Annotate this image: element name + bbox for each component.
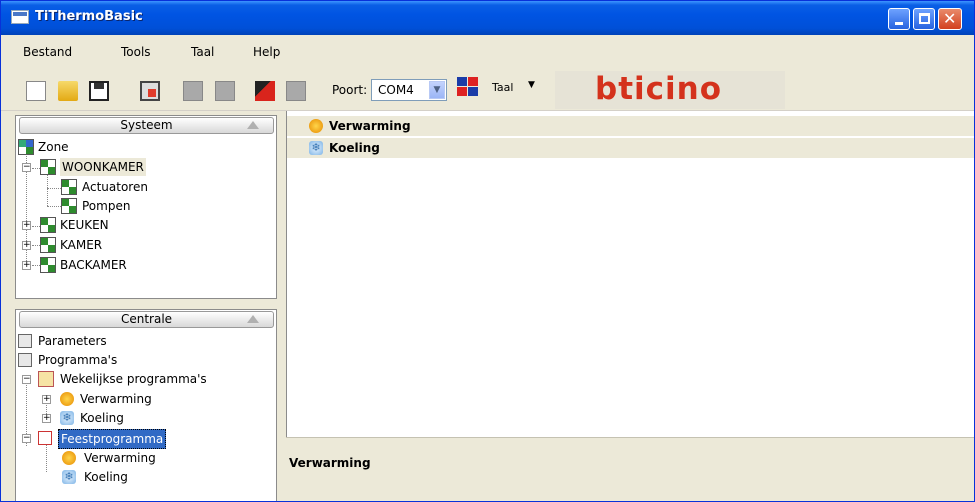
tree-label: Koeling (84, 470, 128, 484)
zone-icon (40, 159, 56, 175)
write-icon[interactable] (215, 81, 235, 101)
menu-help[interactable]: Help (253, 45, 280, 59)
maximize-button[interactable] (913, 8, 935, 30)
zone-root-icon (18, 139, 34, 155)
expand-icon[interactable]: + (42, 414, 51, 423)
expand-icon[interactable]: + (22, 261, 31, 270)
list-item-heating[interactable]: Verwarming (287, 116, 974, 136)
collapse-arrow-icon[interactable] (247, 121, 259, 129)
delete-icon[interactable] (140, 81, 160, 101)
menu-tools[interactable]: Tools (121, 45, 151, 59)
open-folder-icon[interactable] (58, 81, 78, 101)
zone-icon (40, 237, 56, 253)
logo-text: bticino (595, 71, 723, 107)
language-flag-icon[interactable] (457, 77, 479, 97)
heating-icon (60, 392, 74, 406)
close-button[interactable]: ✕ (938, 8, 962, 30)
program-icon (18, 353, 32, 367)
brand-logo: bticino (555, 71, 785, 109)
save-icon[interactable] (89, 81, 109, 101)
read-icon[interactable] (183, 81, 203, 101)
tree-label: KAMER (60, 238, 103, 252)
detail-area: Verwarming (286, 437, 974, 501)
language-dropdown-icon[interactable]: ▼ (528, 80, 535, 90)
menu-bar: Bestand Tools Taal Help (1, 35, 974, 67)
list-item-label: Koeling (329, 141, 380, 155)
expand-icon[interactable]: + (22, 241, 31, 250)
tree-label: Verwarming (80, 392, 152, 406)
title-bar[interactable]: TiThermoBasic ✕ (1, 1, 974, 35)
app-icon[interactable] (11, 10, 29, 24)
list-item-cooling[interactable]: ❄ Koeling (287, 138, 974, 158)
centrale-panel: Centrale Parameters Programma's − Wekeli… (15, 309, 277, 501)
chevron-down-icon[interactable]: ▼ (429, 81, 445, 99)
zone-icon (61, 179, 77, 195)
minimize-button[interactable] (888, 8, 910, 30)
tree-line (47, 174, 48, 206)
detail-title: Verwarming (289, 456, 371, 470)
list-item-label: Verwarming (329, 119, 411, 133)
window-title: TiThermoBasic (35, 9, 143, 24)
systeem-panel: Systeem Zone − WOONKAMER Actuatoren Pomp… (15, 115, 277, 299)
new-file-icon[interactable] (26, 81, 46, 101)
zone-icon (40, 217, 56, 233)
menu-bestand[interactable]: Bestand (23, 45, 72, 59)
tree-line (47, 188, 61, 189)
cooling-icon: ❄ (60, 411, 74, 425)
systeem-header[interactable]: Systeem (19, 117, 274, 134)
heating-icon (62, 451, 76, 465)
tree-label: Pompen (82, 199, 131, 213)
tree-label: KEUKEN (60, 218, 109, 232)
port-select[interactable]: COM4 ▼ (371, 79, 447, 101)
tree-line (47, 206, 61, 207)
party-icon (38, 431, 52, 445)
tree-label: WOONKAMER (60, 158, 146, 176)
expand-icon[interactable]: + (42, 395, 51, 404)
tree-label: Actuatoren (82, 180, 148, 194)
expand-icon[interactable]: + (22, 221, 31, 230)
tree-item-woonkamer[interactable]: − WOONKAMER (22, 158, 262, 176)
tree-label: Koeling (80, 411, 124, 425)
maximize-icon (919, 13, 930, 24)
collapse-icon[interactable]: − (22, 375, 31, 384)
port-label: Poort: (332, 83, 368, 97)
tree-line (32, 245, 40, 246)
heating-icon (309, 119, 323, 133)
close-icon: ✕ (943, 9, 957, 28)
tree-label: Feestprogramma (58, 429, 167, 449)
tree-label: Wekelijkse programma's (60, 372, 207, 386)
tree-label: Parameters (38, 334, 107, 348)
tree-label: Programma's (38, 353, 118, 367)
centrale-header-label: Centrale (120, 312, 173, 326)
app-window: TiThermoBasic ✕ Bestand Tools Taal Help … (0, 0, 975, 502)
toolbar: Poort: COM4 ▼ Taal ▼ bticino (1, 67, 974, 111)
centrale-header[interactable]: Centrale (19, 311, 274, 328)
tree-label: BACKAMER (60, 258, 127, 272)
report-icon[interactable] (286, 81, 306, 101)
port-value: COM4 (378, 83, 414, 97)
cooling-icon: ❄ (309, 141, 323, 155)
collapse-icon[interactable]: − (22, 163, 31, 172)
calendar-icon (38, 371, 54, 387)
tree-line (32, 265, 40, 266)
cooling-icon: ❄ (62, 470, 76, 484)
minimize-icon (895, 22, 903, 25)
tree-line (32, 226, 40, 227)
tree-label: Zone (38, 140, 69, 154)
tree-label: Verwarming (84, 451, 156, 465)
tree-line (46, 442, 47, 472)
collapse-icon[interactable]: − (22, 434, 31, 443)
zone-icon (40, 257, 56, 273)
collapse-arrow-icon[interactable] (247, 315, 259, 323)
language-label[interactable]: Taal (492, 81, 513, 94)
menu-taal[interactable]: Taal (191, 45, 214, 59)
send-icon[interactable] (255, 81, 275, 101)
systeem-header-label: Systeem (120, 118, 173, 132)
parameters-icon (18, 334, 32, 348)
zone-icon (61, 198, 77, 214)
